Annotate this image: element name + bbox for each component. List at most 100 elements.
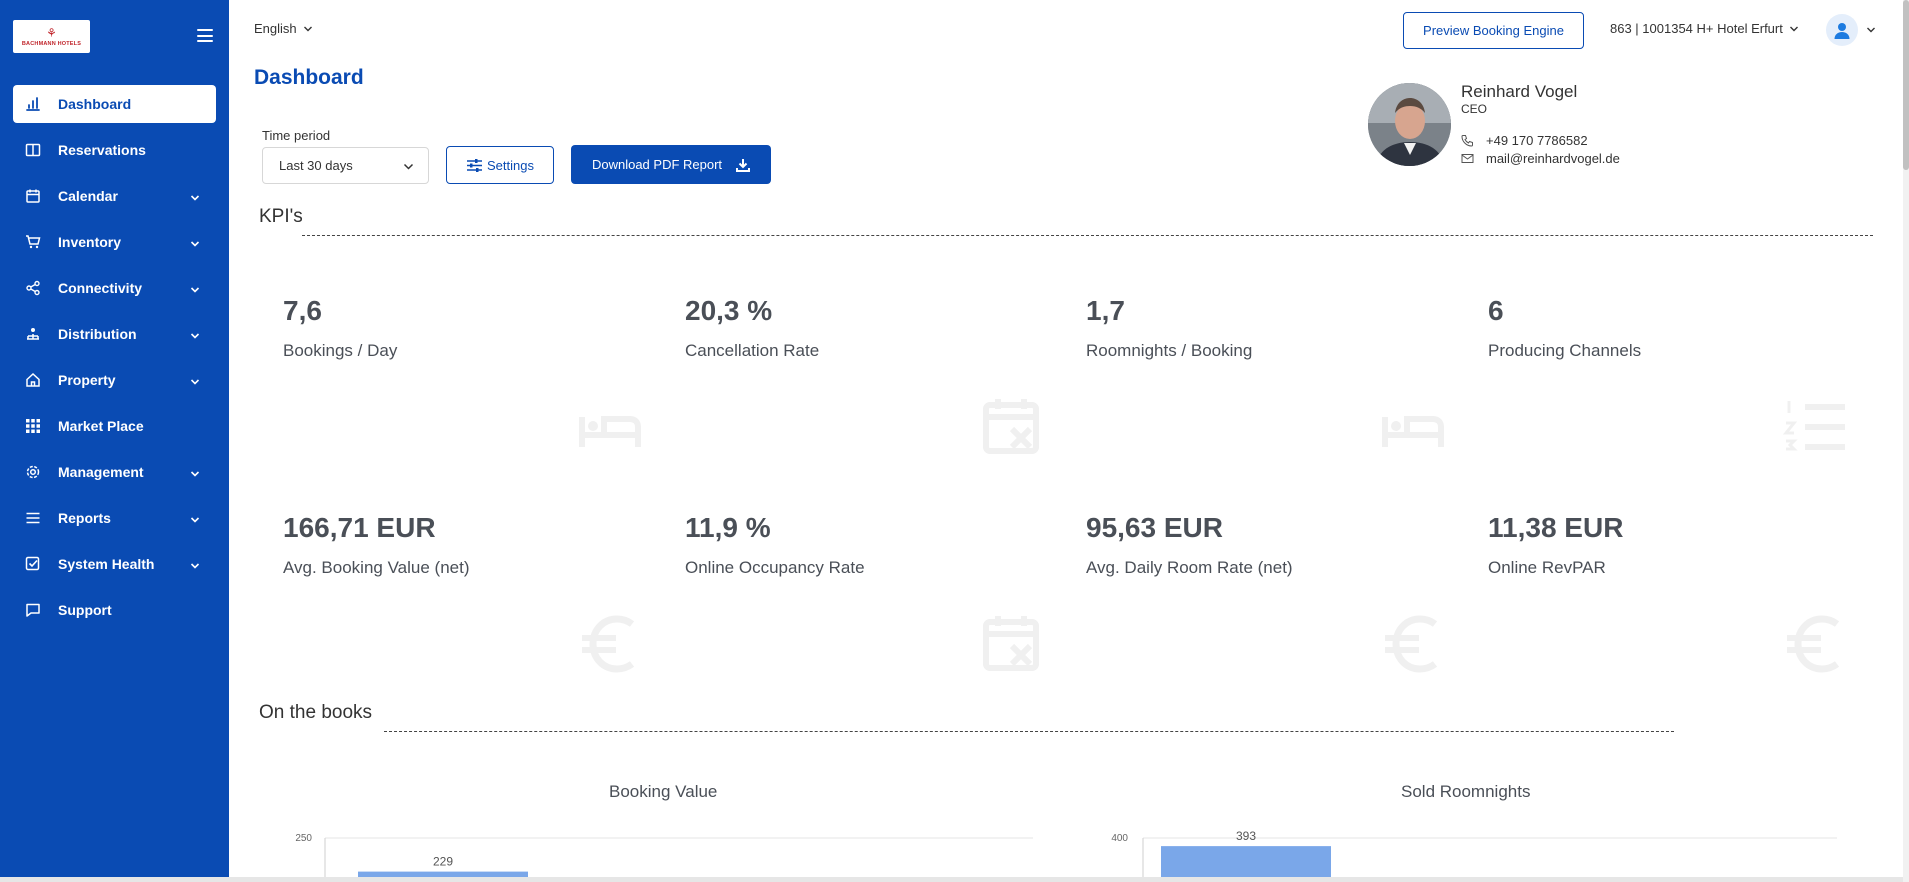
chevron-down-icon <box>190 374 200 385</box>
user-menu[interactable] <box>1826 14 1876 46</box>
sidebar-item-label: Inventory <box>58 234 122 250</box>
kpi-tile-online-occupancy-rate: 11,9 % Online Occupancy Rate <box>685 512 1065 702</box>
sidebar-item-distribution[interactable]: Distribution <box>13 315 216 353</box>
kpi-label: Cancellation Rate <box>685 341 820 360</box>
sidebar-item-system-health[interactable]: System Health <box>13 545 216 583</box>
cart-icon <box>25 234 41 250</box>
chevron-down-icon <box>190 512 200 523</box>
sidebar-item-label: Calendar <box>58 188 118 204</box>
contact-email-text: mail@reinhardvogel.de <box>1486 151 1620 166</box>
sidebar-item-label: Market Place <box>58 418 144 434</box>
distribution-icon <box>25 326 41 342</box>
kpi-tile-bookings-per-day: 7,6 Bookings / Day <box>283 295 663 485</box>
chevron-down-icon <box>190 466 200 477</box>
settings-button-label: Settings <box>487 157 534 173</box>
on-the-books-title: On the books <box>259 702 373 723</box>
sidebar-item-reservations[interactable]: Reservations <box>13 131 216 169</box>
home-icon <box>25 372 41 388</box>
kpi-section-title: KPI's <box>259 206 303 227</box>
kpi-label: Producing Channels <box>1488 341 1642 360</box>
sidebar-item-connectivity[interactable]: Connectivity <box>13 269 216 307</box>
chevron-down-icon <box>190 282 200 293</box>
sidebar-item-management[interactable]: Management <box>13 453 216 491</box>
sold-roomnights-chart-title: Sold Roomnights <box>1401 782 1531 801</box>
data-label: 229 <box>433 855 453 869</box>
chevron-down-icon <box>403 163 414 170</box>
chevron-down-icon <box>1789 26 1798 31</box>
kpi-tile-cancellation-rate: 20,3 % Cancellation Rate <box>685 295 1065 485</box>
page-title: Dashboard <box>254 66 364 89</box>
chevron-down-icon <box>303 26 312 31</box>
kpi-label: Bookings / Day <box>283 341 398 360</box>
kpi-value: 7,6 <box>283 295 322 326</box>
chevron-down-icon <box>190 328 200 339</box>
kpi-label: Avg. Booking Value (net) <box>283 558 470 577</box>
preview-booking-engine-button[interactable]: Preview Booking Engine <box>1403 12 1584 49</box>
bar-chart-icon <box>25 96 41 112</box>
time-period-select[interactable]: Last 30 days <box>262 147 429 184</box>
sidebar-item-inventory[interactable]: Inventory <box>13 223 216 261</box>
bed-icon <box>578 395 642 459</box>
chevron-down-icon <box>190 236 200 247</box>
hamburger-menu-icon[interactable] <box>197 29 213 42</box>
download-icon <box>736 158 751 172</box>
share-icon <box>25 280 41 296</box>
chevron-down-icon <box>190 190 200 201</box>
scrollbar-thumb[interactable] <box>1903 0 1909 170</box>
hotel-selector[interactable]: 863 | 1001354 H+ Hotel Erfurt <box>1610 21 1799 36</box>
euro-icon <box>1381 612 1445 676</box>
time-period-value: Last 30 days <box>279 158 353 173</box>
language-selector[interactable]: English <box>254 21 313 36</box>
sidebar-item-label: Reservations <box>58 142 146 158</box>
language-label: English <box>254 21 297 36</box>
kpi-tile-avg-daily-room-rate: 95,63 EUR Avg. Daily Room Rate (net) <box>1086 512 1466 702</box>
chevron-down-icon <box>1867 27 1875 33</box>
booking-value-chart: 250 229 <box>285 828 1035 882</box>
contact-phone-text: +49 170 7786582 <box>1486 133 1588 148</box>
grid-icon <box>25 418 41 434</box>
settings-button[interactable]: Settings <box>446 146 554 184</box>
sidebar-item-dashboard[interactable]: Dashboard <box>13 85 216 123</box>
sidebar-item-label: Dashboard <box>58 96 132 112</box>
calendar-cancel-icon <box>982 395 1046 459</box>
phone-icon <box>1461 135 1473 147</box>
logo-text: BACHMANN HOTELS <box>21 40 82 47</box>
sidebar-item-property[interactable]: Property <box>13 361 216 399</box>
kpi-value: 166,71 EUR <box>283 512 436 543</box>
chat-icon <box>25 602 41 618</box>
bed-icon <box>1381 395 1445 459</box>
euro-icon <box>1783 612 1847 676</box>
kpi-section-divider <box>302 235 1873 236</box>
sidebar-item-reports[interactable]: Reports <box>13 499 216 537</box>
mail-icon <box>1461 154 1474 163</box>
kpi-tile-producing-channels: 6 Producing Channels <box>1488 295 1868 485</box>
download-pdf-button[interactable]: Download PDF Report <box>571 145 771 184</box>
kpi-value: 95,63 EUR <box>1086 512 1223 543</box>
vertical-scrollbar[interactable] <box>1903 0 1909 882</box>
sidebar-item-support[interactable]: Support <box>13 591 216 629</box>
ordered-list-icon <box>1782 395 1847 459</box>
sidebar-item-label: Property <box>58 372 116 388</box>
sidebar-item-calendar[interactable]: Calendar <box>13 177 216 215</box>
kpi-label: Online RevPAR <box>1488 558 1606 577</box>
kpi-value: 6 <box>1488 295 1504 326</box>
download-pdf-label: Download PDF Report <box>591 157 723 172</box>
list-icon <box>25 510 41 526</box>
sidebar: ⚘ BACHMANN HOTELS Dashboard Reservations… <box>0 0 229 882</box>
kpi-tile-online-revpar: 11,38 EUR Online RevPAR <box>1488 512 1868 702</box>
sidebar-item-label: System Health <box>58 556 155 572</box>
kpi-value: 1,7 <box>1086 295 1125 326</box>
brand-logo[interactable]: ⚘ BACHMANN HOTELS <box>13 20 90 53</box>
calendar-icon <box>25 188 41 204</box>
contact-photo <box>1368 83 1451 166</box>
bottom-scrollbar[interactable] <box>0 877 1909 882</box>
sidebar-item-label: Connectivity <box>58 280 143 296</box>
check-square-icon <box>25 556 41 572</box>
hotel-label: 863 | 1001354 H+ Hotel Erfurt <box>1610 21 1783 36</box>
sliders-icon <box>467 158 482 172</box>
contact-email[interactable]: mail@reinhardvogel.de <box>1461 151 1620 166</box>
time-period-label: Time period <box>262 128 331 143</box>
contact-phone[interactable]: +49 170 7786582 <box>1461 133 1588 148</box>
sidebar-item-market-place[interactable]: Market Place <box>13 407 216 445</box>
sidebar-item-label: Distribution <box>58 326 137 342</box>
